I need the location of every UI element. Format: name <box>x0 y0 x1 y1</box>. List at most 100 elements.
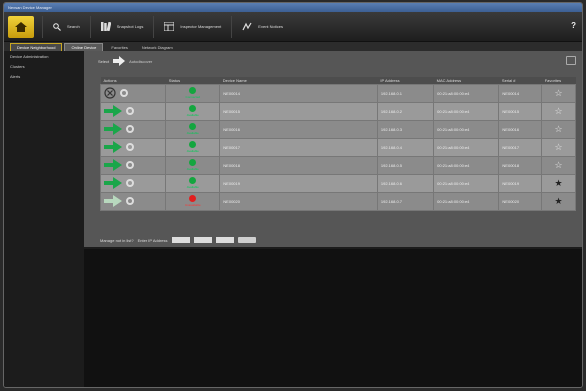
favorite-cell: ☆ <box>541 137 576 157</box>
app-window: Nexsan Device Manager Search Snapshot Lo… <box>3 2 583 388</box>
snapshot-logs-button[interactable]: Snapshot Logs <box>89 15 154 38</box>
status-dot-icon <box>189 195 197 202</box>
actions-cell <box>99 173 167 193</box>
status-cell: Connected <box>165 83 221 103</box>
grid-icon <box>164 22 175 31</box>
mac-address-cell: 00:21:a8:00:00:e4 <box>433 173 500 193</box>
device-name-cell: NE00014 <box>219 83 378 103</box>
table-row[interactable]: Connected NE00014 192.168.0.1 00:21:a8:00:0… <box>99 83 576 103</box>
col-mac-address[interactable]: MAC Address <box>433 77 499 84</box>
table-row[interactable]: Available NE00018 192.168.0.5 00:21:a8:00:0… <box>99 155 576 175</box>
table-row[interactable]: Unavailable NE00020 192.168.0.7 00:21:a8:00… <box>99 191 576 211</box>
favorite-cell: ★ <box>541 191 576 211</box>
sidebar-item-device-administration[interactable]: Device Administration <box>4 51 82 61</box>
filter-hint: Autodiscover <box>129 58 153 64</box>
favorite-star-icon[interactable]: ☆ <box>555 160 563 170</box>
help-button[interactable]: ? <box>571 21 576 30</box>
mac-address-cell: 00:21:a8:00:00:e4 <box>433 191 500 211</box>
status-dot-icon <box>189 141 197 148</box>
tab-favorites[interactable]: Favorites <box>105 43 133 51</box>
search-icon <box>53 22 61 31</box>
settings-gear-icon[interactable] <box>126 143 134 151</box>
search-button[interactable]: Search <box>42 15 90 38</box>
main-toolbar: Search Snapshot Logs Inspector Managemen… <box>4 12 582 42</box>
favorite-star-icon[interactable]: ★ <box>555 178 563 188</box>
tab-network-diagram[interactable]: Network Diagram <box>136 43 179 51</box>
status-text: Available <box>186 185 199 189</box>
settings-gear-icon[interactable] <box>120 89 128 97</box>
favorite-star-icon[interactable]: ☆ <box>555 124 563 134</box>
device-name-cell: NE00016 <box>219 119 378 139</box>
add-device-button[interactable] <box>237 237 256 243</box>
tab-device-neighborhood[interactable]: Device Neighborhood <box>10 43 63 51</box>
device-name-cell: NE00015 <box>219 101 378 121</box>
mac-address-cell: 00:21:a8:00:00:e4 <box>433 155 500 175</box>
settings-gear-icon[interactable] <box>126 179 134 187</box>
home-button[interactable] <box>8 15 34 38</box>
inspector-management-button[interactable]: Inspector Management <box>153 15 231 38</box>
serial-cell: NE00017 <box>498 137 543 157</box>
col-ip-address[interactable]: IP Address <box>377 77 434 84</box>
snapshot-logs-label: Snapshot Logs <box>116 24 144 29</box>
panel-options-icon[interactable] <box>566 56 576 65</box>
inspector-management-label: Inspector Management <box>180 24 222 29</box>
serial-cell: NE00015 <box>498 101 543 121</box>
event-notices-button[interactable]: Event Notices <box>231 15 293 38</box>
search-label: Search <box>67 24 80 29</box>
mac-address-cell: 00:21:a8:00:00:e4 <box>433 83 500 103</box>
device-name-cell: NE00017 <box>219 137 378 157</box>
favorite-star-icon[interactable]: ☆ <box>555 88 563 98</box>
connect-arrow-icon[interactable] <box>104 123 122 135</box>
books-icon <box>100 22 111 31</box>
connect-arrow-icon[interactable] <box>104 159 122 171</box>
ip-octet-1[interactable] <box>171 237 190 243</box>
tab-online-device[interactable]: Online Device <box>64 43 104 51</box>
manual-add-prompt: Manage not in list? <box>100 237 134 243</box>
status-cell: Available <box>165 101 221 121</box>
ip-octet-3[interactable] <box>215 237 234 243</box>
ip-address-cell: 192.168.0.6 <box>376 173 435 193</box>
autodiscover-arrow-icon[interactable] <box>113 56 126 66</box>
disconnect-icon[interactable] <box>104 87 116 99</box>
favorite-cell: ☆ <box>541 101 576 121</box>
actions-cell <box>99 83 167 103</box>
status-text: Unavailable <box>184 203 201 207</box>
table-row[interactable]: Available NE00016 192.168.0.3 00:21:a8:00:0… <box>99 119 576 139</box>
table-row[interactable]: Available NE00015 192.168.0.2 00:21:a8:00:0… <box>99 101 576 121</box>
ip-address-cell: 192.168.0.4 <box>376 137 435 157</box>
sidebar-item-alerts[interactable]: Alerts <box>4 71 82 81</box>
settings-gear-icon[interactable] <box>126 107 134 115</box>
col-status[interactable]: Status <box>165 77 220 84</box>
actions-cell <box>99 119 167 139</box>
favorite-star-icon[interactable]: ★ <box>555 196 563 206</box>
table-row[interactable]: Available NE00019 192.168.0.6 00:21:a8:00:0… <box>99 173 576 193</box>
status-text: Connected <box>185 95 201 99</box>
favorite-cell: ☆ <box>541 83 576 103</box>
connect-arrow-icon[interactable] <box>104 177 122 189</box>
col-favorites[interactable]: Favorites <box>541 77 576 84</box>
settings-gear-icon[interactable] <box>126 125 134 133</box>
col-serial[interactable]: Serial # <box>498 77 542 84</box>
sidebar-item-clusters[interactable]: Clusters <box>4 61 82 71</box>
actions-cell <box>99 155 167 175</box>
ip-address-cell: 192.168.0.7 <box>376 191 435 211</box>
status-text: Available <box>186 167 199 171</box>
col-actions[interactable]: Actions <box>100 77 166 84</box>
ip-address-cell: 192.168.0.3 <box>376 119 435 139</box>
details-pane <box>84 249 582 387</box>
status-cell: Available <box>165 173 221 193</box>
settings-gear-icon[interactable] <box>126 197 134 205</box>
serial-cell: NE00018 <box>498 155 543 175</box>
favorite-star-icon[interactable]: ☆ <box>555 142 563 152</box>
manual-add-bar: Manage not in list? Enter IP Address <box>100 237 256 243</box>
ip-octet-2[interactable] <box>193 237 212 243</box>
col-device-name[interactable]: Device Name <box>219 77 378 84</box>
serial-cell: NE00020 <box>498 191 543 211</box>
favorite-star-icon[interactable]: ☆ <box>555 106 563 116</box>
status-dot-icon <box>189 87 197 94</box>
settings-gear-icon[interactable] <box>126 161 134 169</box>
connect-arrow-icon[interactable] <box>104 105 122 117</box>
table-row[interactable]: Available NE00017 192.168.0.4 00:21:a8:00:0… <box>99 137 576 157</box>
connect-arrow-icon[interactable] <box>104 141 122 153</box>
ip-address-cell: 192.168.0.2 <box>376 101 435 121</box>
